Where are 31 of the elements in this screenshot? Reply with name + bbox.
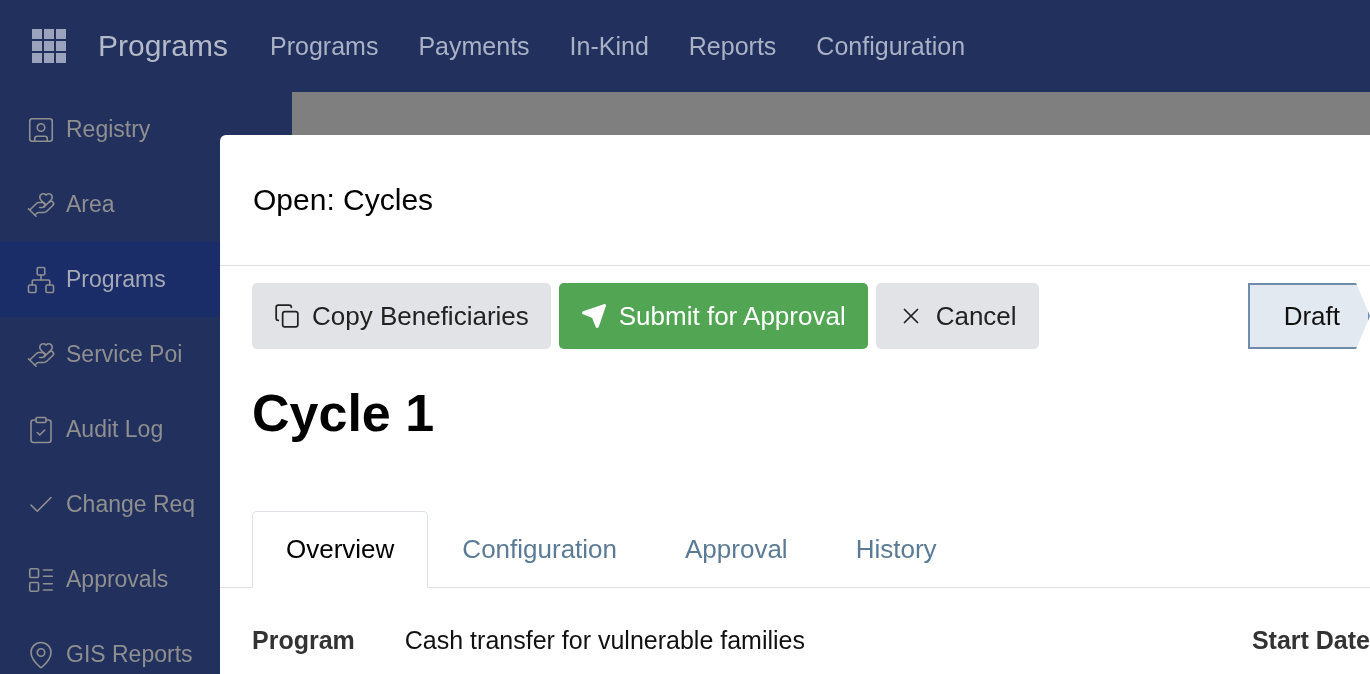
sidebar-item[interactable]: Change Req	[0, 467, 220, 542]
tab[interactable]: Approval	[651, 511, 822, 587]
nav-menu-item[interactable]: Payments	[418, 31, 530, 61]
sidebar-item[interactable]: GIS Reports	[0, 617, 220, 674]
copy-icon	[274, 303, 300, 329]
nav-menu-item[interactable]: Configuration	[816, 31, 966, 61]
dialog-title: Open: Cycles	[253, 183, 434, 217]
sidebar-item[interactable]: Area	[0, 167, 220, 242]
app-brand[interactable]: Programs	[98, 29, 229, 63]
sidebar-item[interactable]: Registry	[0, 92, 220, 167]
status-stage[interactable]: Draft	[1247, 283, 1370, 349]
network-icon	[26, 264, 56, 295]
action-button[interactable]: Submit for Approval	[558, 283, 868, 349]
field-label: Start Date	[1251, 626, 1370, 655]
send-icon	[580, 303, 607, 329]
tab[interactable]: History	[821, 511, 971, 587]
action-button[interactable]: Cancel	[875, 283, 1039, 349]
nav-menu-item[interactable]: Reports	[688, 31, 777, 61]
field-label: Program	[252, 626, 355, 655]
sidebar-item[interactable]: Audit Log	[0, 392, 220, 467]
nav-menu-item[interactable]: Programs	[270, 31, 379, 61]
tab[interactable]: Overview	[252, 511, 429, 588]
field-value: Cash transfer for vulnerable families	[404, 626, 806, 655]
action-button[interactable]: Copy Beneficiaries	[252, 283, 551, 349]
record-title: Cycle 1	[252, 383, 436, 443]
sidebar-item[interactable]: Approvals	[0, 542, 220, 617]
sidebar-item[interactable]: Programs	[0, 242, 220, 317]
tab[interactable]: Configuration	[428, 511, 651, 587]
sidebar-item[interactable]: Service Poi	[0, 317, 220, 392]
nav-menu-item[interactable]: In-Kind	[569, 31, 649, 61]
apps-grid-icon[interactable]	[32, 29, 66, 63]
